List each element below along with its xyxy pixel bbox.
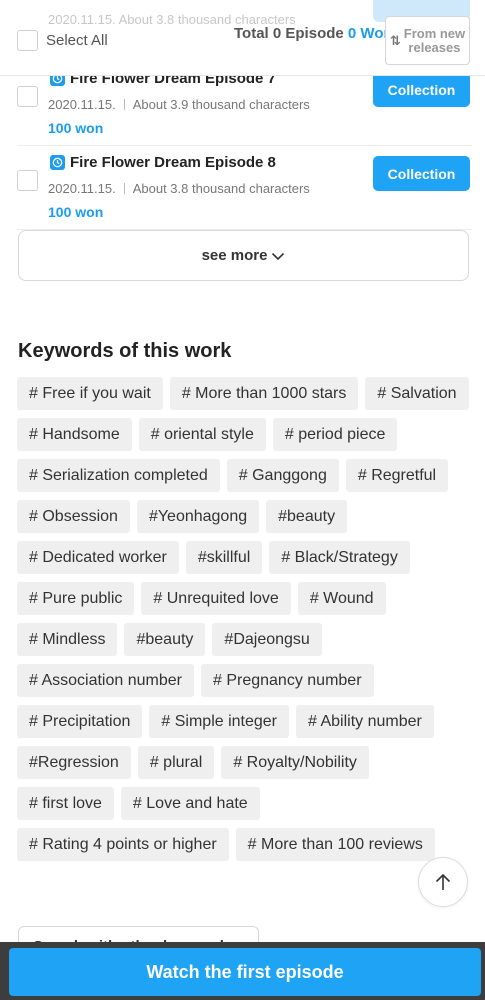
- bottom-action-bar: Watch the first episode: [0, 942, 485, 1000]
- keyword-tag[interactable]: # plural: [137, 746, 215, 779]
- keyword-tag[interactable]: #Regression: [17, 746, 131, 779]
- total-episodes: Total 0 Episode: [234, 25, 344, 42]
- keyword-tag[interactable]: #beauty: [124, 623, 206, 656]
- episode-row[interactable]: Fire Flower Dream Episode 8 2020.11.15. A…: [17, 146, 472, 230]
- keyword-tag[interactable]: # More than 1000 stars: [169, 377, 359, 410]
- sort-button[interactable]: ⇅ From new releases: [385, 16, 470, 65]
- collection-button[interactable]: Collection: [373, 72, 470, 107]
- clock-icon: [50, 155, 65, 170]
- keyword-tag[interactable]: # Serialization completed: [17, 459, 220, 492]
- episode-checkbox[interactable]: [17, 170, 38, 191]
- collection-button[interactable]: Collection: [373, 156, 470, 191]
- episode-price: 100 won: [48, 120, 104, 136]
- select-all[interactable]: Select All: [17, 30, 108, 51]
- keyword-tag[interactable]: # Royalty/Nobility: [221, 746, 369, 779]
- episode-date: 2020.11.15.: [48, 181, 116, 196]
- keyword-tag[interactable]: # Simple integer: [149, 705, 290, 738]
- episode-length: About 3.9 thousand characters: [132, 97, 310, 112]
- see-more-button[interactable]: see more: [18, 230, 469, 281]
- episode-title-text: Fire Flower Dream Episode 8: [70, 154, 276, 171]
- episode-date: 2020.11.15.: [48, 97, 116, 112]
- scroll-top-button[interactable]: [418, 857, 468, 907]
- select-all-checkbox[interactable]: [17, 30, 38, 51]
- episode-meta: 2020.11.15. About 3.9 thousand characters: [48, 97, 310, 112]
- keyword-tag[interactable]: # Precipitation: [17, 705, 143, 738]
- keyword-tag[interactable]: # Mindless: [17, 623, 118, 656]
- keywords-heading: Keywords of this work: [18, 340, 232, 362]
- sort-arrows-icon: ⇅: [389, 32, 401, 48]
- keyword-tag[interactable]: # Pregnancy number: [200, 664, 374, 697]
- select-all-label: Select All: [46, 32, 108, 49]
- keyword-tag[interactable]: # Wound: [297, 582, 386, 615]
- keyword-tag[interactable]: # Association number: [17, 664, 194, 697]
- keyword-tag[interactable]: # Handsome: [17, 418, 132, 451]
- see-more-label: see more: [201, 247, 268, 264]
- episode-price: 100 won: [48, 204, 104, 220]
- keyword-tag[interactable]: # Free if you wait: [17, 377, 163, 410]
- sort-label-line1: From new: [403, 25, 466, 41]
- meta-divider: [123, 99, 125, 110]
- meta-divider: [123, 183, 125, 194]
- keyword-tag[interactable]: # More than 100 reviews: [235, 828, 435, 861]
- keyword-tag[interactable]: # Love and hate: [120, 787, 260, 820]
- watch-first-episode-button[interactable]: Watch the first episode: [9, 948, 481, 996]
- episode-length: About 3.8 thousand characters: [132, 181, 310, 196]
- keyword-tag[interactable]: # oriental style: [138, 418, 266, 451]
- keyword-tag[interactable]: # Rating 4 points or higher: [17, 828, 229, 861]
- keyword-tag-list: # Free if you wait # More than 1000 stars…: [17, 377, 472, 861]
- episode-title[interactable]: Fire Flower Dream Episode 8: [50, 154, 276, 171]
- sort-label-line2: releases: [408, 39, 461, 55]
- keyword-tag[interactable]: #Yeonhagong: [136, 500, 260, 533]
- keyword-tag[interactable]: # Black/Strategy: [269, 541, 410, 574]
- keyword-tag[interactable]: # Obsession: [17, 500, 130, 533]
- keyword-tag[interactable]: # Dedicated worker: [17, 541, 179, 574]
- total-summary: Total 0 Episode 0 Won: [234, 25, 393, 42]
- keyword-tag[interactable]: # Unrequited love: [141, 582, 291, 615]
- arrow-up-icon: [435, 873, 451, 890]
- keyword-tag[interactable]: # Regretful: [345, 459, 449, 492]
- chevron-down-icon: [272, 252, 285, 260]
- episode-checkbox[interactable]: [17, 86, 38, 107]
- keyword-tag[interactable]: #Dajeongsu: [212, 623, 322, 656]
- keyword-tag[interactable]: # Salvation: [365, 377, 469, 410]
- episode-meta: 2020.11.15. About 3.8 thousand characters: [48, 181, 310, 196]
- keyword-tag[interactable]: #skillful: [185, 541, 263, 574]
- keyword-tag[interactable]: #beauty: [266, 500, 348, 533]
- episode-toolbar: 2020.11.15. About 3.8 thousand character…: [0, 0, 485, 76]
- keyword-tag[interactable]: # period piece: [272, 418, 398, 451]
- keyword-tag[interactable]: # first love: [17, 787, 114, 820]
- keyword-tag[interactable]: # Ganggong: [226, 459, 339, 492]
- keyword-tag[interactable]: # Pure public: [17, 582, 135, 615]
- keyword-tag[interactable]: # Ability number: [296, 705, 434, 738]
